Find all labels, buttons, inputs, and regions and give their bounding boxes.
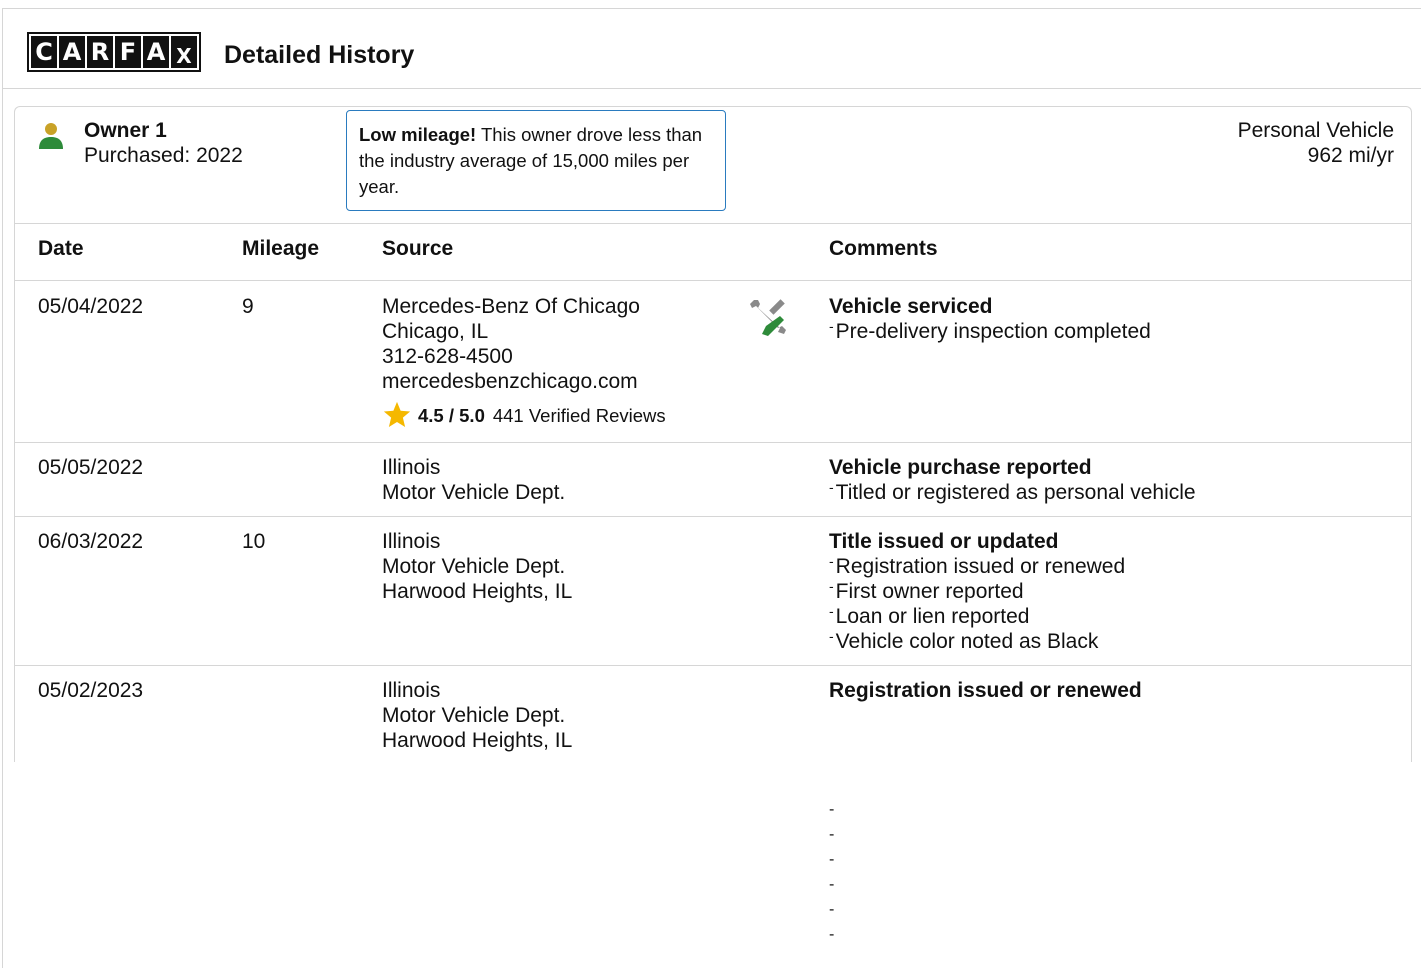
- column-header-date: Date: [38, 237, 84, 260]
- low-mileage-callout: Low mileage! This owner drove less than …: [346, 110, 726, 211]
- rating-reviews-link[interactable]: 441 Verified Reviews: [493, 403, 666, 428]
- orphan-dash: -: [829, 826, 835, 843]
- wrench-screwdriver-icon: [750, 299, 786, 336]
- row-source: Mercedes-Benz Of Chicago Chicago, IL 312…: [382, 294, 666, 430]
- comment-text: Registration issued or renewed: [835, 555, 1126, 578]
- comment-item: - First owner reported: [829, 578, 1024, 603]
- star-icon: [383, 401, 411, 427]
- comment-item: - Vehicle color noted as Black: [829, 628, 1099, 653]
- source-line: Illinois: [382, 679, 441, 702]
- logo-letter: C: [31, 36, 57, 68]
- row-comments: Vehicle purchase reported - Titled or reg…: [829, 455, 1196, 505]
- row-comments: Vehicle serviced - Pre-delivery inspectio…: [829, 294, 1151, 344]
- comment-title: Title issued or updated: [829, 530, 1059, 553]
- comment-item: - Loan or lien reported: [829, 603, 1030, 628]
- row-mileage: 9: [242, 295, 254, 318]
- row-comments: Registration issued or renewed: [829, 678, 1142, 703]
- column-header-source: Source: [382, 237, 454, 260]
- table-row: 05/04/2022 9 Mercedes-Benz Of Chicago Ch…: [15, 282, 1411, 443]
- comment-title: Vehicle serviced: [829, 295, 993, 318]
- owner-purchased: Purchased: 2022: [84, 144, 243, 167]
- callout-highlight: Low mileage!: [359, 124, 477, 145]
- row-source: Illinois Motor Vehicle Dept. Harwood Hei…: [382, 529, 572, 604]
- comment-text: Loan or lien reported: [835, 605, 1030, 628]
- miles-per-year: 962 mi/yr: [1307, 144, 1394, 167]
- row-date: 05/04/2022: [38, 295, 144, 318]
- logo-letter: F: [115, 36, 141, 68]
- source-line: Harwood Heights, IL: [382, 580, 573, 603]
- page-title: Detailed History: [224, 41, 415, 69]
- source-phone[interactable]: 312-628-4500: [382, 344, 666, 369]
- comment-item: - Titled or registered as personal vehicl…: [829, 479, 1196, 504]
- source-line: Chicago, IL: [382, 320, 489, 343]
- row-date: 05/02/2023: [38, 679, 144, 702]
- source-line: Motor Vehicle Dept.: [382, 704, 566, 727]
- dealer-rating[interactable]: 4.5 / 5.0 441 Verified Reviews: [382, 400, 666, 430]
- source-line: Harwood Heights, IL: [382, 729, 573, 752]
- comment-text: Vehicle color noted as Black: [835, 630, 1099, 653]
- source-line: Illinois: [382, 530, 441, 553]
- comment-title: Vehicle purchase reported: [829, 456, 1092, 479]
- table-header: Date Mileage Source Comments: [15, 224, 1411, 281]
- table-row: 05/02/2023 Illinois Motor Vehicle Dept. …: [15, 666, 1411, 762]
- header: C A R F A X Detailed History: [2, 8, 1421, 89]
- logo-letter: A: [143, 36, 169, 68]
- column-header-mileage: Mileage: [242, 237, 320, 260]
- row-date: 05/05/2022: [38, 456, 144, 479]
- source-line: Mercedes-Benz Of Chicago: [382, 295, 640, 318]
- comment-text: Pre-delivery inspection completed: [835, 320, 1151, 343]
- owner-history-card: Owner 1 Purchased: 2022 Low mileage! Thi…: [14, 106, 1412, 762]
- source-line: Motor Vehicle Dept.: [382, 555, 566, 578]
- owner-summary: Owner 1 Purchased: 2022 Low mileage! Thi…: [15, 107, 1411, 224]
- row-source: Illinois Motor Vehicle Dept.: [382, 455, 565, 505]
- orphan-dash: -: [829, 926, 835, 943]
- logo-letter: R: [87, 36, 113, 68]
- logo-letter: X: [171, 36, 197, 68]
- row-comments: Title issued or updated - Registration is…: [829, 529, 1125, 654]
- person-icon: [39, 123, 63, 149]
- comment-text: Titled or registered as personal vehicle: [835, 481, 1196, 504]
- comment-item: - Registration issued or renewed: [829, 553, 1126, 578]
- comment-text: First owner reported: [835, 580, 1024, 603]
- row-source: Illinois Motor Vehicle Dept. Harwood Hei…: [382, 678, 572, 753]
- carfax-logo[interactable]: C A R F A X: [27, 32, 201, 72]
- owner-name: Owner 1: [84, 119, 167, 142]
- row-mileage: 10: [242, 530, 266, 553]
- table-row: 05/05/2022 Illinois Motor Vehicle Dept. …: [15, 443, 1411, 517]
- source-website-link[interactable]: mercedesbenzchicago.com: [382, 369, 666, 394]
- rating-score: 4.5 / 5.0: [418, 404, 485, 426]
- table-row: 06/03/2022 10 Illinois Motor Vehicle Dep…: [15, 517, 1411, 666]
- orphan-dash: -: [829, 876, 835, 893]
- source-line: Motor Vehicle Dept.: [382, 481, 566, 504]
- orphan-dash: -: [829, 801, 835, 818]
- orphan-dash: -: [829, 851, 835, 868]
- vehicle-type: Personal Vehicle: [1237, 119, 1394, 142]
- source-line: Illinois: [382, 456, 441, 479]
- column-header-comments: Comments: [829, 237, 938, 260]
- comment-item: - Pre-delivery inspection completed: [829, 318, 1151, 343]
- orphan-dash-list: - - - - - -: [829, 797, 834, 947]
- comment-title: Registration issued or renewed: [829, 679, 1142, 702]
- logo-letter: A: [59, 36, 85, 68]
- orphan-dash: -: [829, 901, 835, 918]
- row-date: 06/03/2022: [38, 530, 144, 553]
